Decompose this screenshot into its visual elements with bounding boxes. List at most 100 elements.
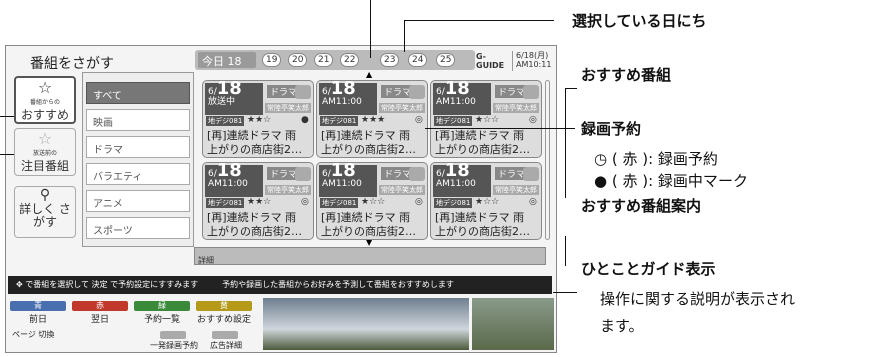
day-today-tab[interactable]: 今日 18: [198, 52, 256, 68]
detail-bar: 詳細: [194, 247, 546, 265]
callout-line: [370, 0, 371, 58]
nav-recommend[interactable]: ☆ 番組からの おすすめ: [14, 76, 76, 124]
color-button-label: 前日: [28, 315, 47, 325]
nav-detail-search[interactable]: ⚲ 詳しく さがす: [14, 186, 76, 238]
program-title-cont: 上がりの商店街2…: [207, 143, 302, 156]
actor-label: 常陸亭笑太郎: [379, 103, 425, 113]
page-title: 番組をさがす: [30, 56, 114, 72]
rating-stars: ★☆☆: [475, 197, 500, 207]
rating-stars: ★★★: [361, 115, 386, 125]
ad-image[interactable]: [263, 298, 469, 350]
rating-stars: ★☆☆: [475, 115, 500, 125]
callout-line: [0, 154, 14, 155]
annotation-guide-info: おすすめ番組案内: [581, 197, 702, 215]
channel-label: 地デジ081: [320, 116, 359, 126]
color-button[interactable]: 緑: [134, 301, 190, 311]
ad-image[interactable]: [472, 298, 554, 350]
annotation-rec-red: ◷ ( 赤 ): 録画予約: [594, 150, 718, 168]
program-card[interactable]: 6/18 AM11:00 ドラマ 常陸亭笑太郎 地デジ081 ★☆☆ ◎ [再]連…: [430, 80, 542, 158]
actor-label: 常陸亭笑太郎: [265, 103, 311, 113]
callout-line: [553, 292, 577, 293]
dot-icon: ●: [594, 172, 608, 190]
program-card[interactable]: 6/18 AM11:00 ドラマ 常陸亭笑太郎 地デジ081 ★☆☆ ◎ [再]連…: [430, 162, 542, 240]
color-button-label: 予約一覧: [143, 315, 180, 325]
actor-label: 常陸亭笑太郎: [265, 185, 311, 195]
rec-mark-icon: ◎: [529, 197, 537, 207]
page-switch-label: ページ 切換: [12, 330, 55, 339]
callout-line: [404, 20, 554, 21]
program-title-cont: 上がりの商店街2…: [321, 143, 416, 156]
record-button[interactable]: [160, 331, 186, 339]
rec-mark-icon: ◎: [415, 197, 423, 207]
annotation-rec-reserve: 録画予約: [581, 120, 642, 138]
callout-line: [0, 116, 14, 117]
callout-line: [565, 88, 577, 89]
actor-label: 常陸亭笑太郎: [493, 103, 539, 113]
category-item[interactable]: 映画: [86, 109, 190, 131]
g-guide-logo: G-GUIDE: [476, 52, 505, 70]
scroll-up-icon[interactable]: ▲: [366, 70, 372, 79]
color-button[interactable]: 黄: [196, 301, 252, 311]
star-icon: ☆: [37, 129, 53, 148]
program-date-badge: 6/18 AM11:00: [433, 80, 491, 115]
actor-label: 常陸亭笑太郎: [379, 185, 425, 195]
color-button-label: 翌日: [90, 315, 109, 325]
annotation-hint-desc: 操作に関する説明が表示され: [600, 290, 796, 308]
program-thumbnail: [409, 167, 425, 181]
color-button[interactable]: 赤: [72, 301, 128, 311]
day-tab[interactable]: 24: [408, 53, 428, 67]
program-date-badge: 6/18 AM11:00: [319, 162, 377, 197]
category-item[interactable]: アニメ: [86, 190, 190, 212]
annotation-recommended: おすすめ番組: [581, 66, 672, 84]
category-item[interactable]: バラエティ: [86, 163, 190, 185]
dpad-icon: ✥: [16, 280, 23, 289]
callout-line: [565, 236, 566, 266]
channel-label: 地デジ081: [320, 198, 359, 208]
clock-icon: ◷: [594, 150, 608, 168]
scrollbar[interactable]: [545, 80, 550, 240]
channel-label: 地デジ081: [206, 116, 245, 126]
channel-label: 地デジ081: [434, 198, 473, 208]
day-tab[interactable]: 21: [314, 53, 334, 67]
rating-stars: ★★☆: [247, 197, 272, 207]
rec-mark-icon: ◎: [415, 115, 423, 125]
color-button[interactable]: 青: [10, 301, 66, 311]
annotation-rec-dot: ● ( 赤 ): 録画中マーク: [594, 172, 748, 190]
rec-mark-icon: ◎: [529, 115, 537, 125]
program-date-badge: 6/18 AM11:00: [433, 162, 491, 197]
program-thumbnail: [295, 85, 311, 99]
program-thumbnail: [523, 85, 539, 99]
nav-featured[interactable]: ☆ 放送前の 注目番組: [14, 128, 76, 176]
channel-label: 地デジ081: [206, 198, 245, 208]
day-tab[interactable]: 20: [288, 53, 308, 67]
rating-stars: ★☆☆: [361, 197, 386, 207]
day-tab[interactable]: 25: [436, 53, 456, 67]
program-card[interactable]: 6/18 AM11:00 ドラマ 常陸亭笑太郎 地デジ081 ★★☆ ◎ [再]連…: [202, 162, 314, 240]
day-tab[interactable]: 23: [380, 53, 400, 67]
program-card[interactable]: 6/18 AM11:00 ドラマ 常陸亭笑太郎 地デジ081 ★☆☆ ◎ [再]連…: [316, 162, 428, 240]
category-item[interactable]: ドラマ: [86, 136, 190, 158]
program-date-badge: 6/18 AM11:00: [319, 80, 377, 115]
channel-label: 地デジ081: [434, 116, 473, 126]
program-title-cont: 上がりの商店街2…: [207, 225, 302, 238]
star-icon: ☆: [37, 78, 53, 97]
ad-detail-button[interactable]: [212, 331, 238, 339]
program-title-cont: 上がりの商店街2…: [321, 225, 416, 238]
rec-mark-icon: ●: [301, 115, 309, 125]
callout-line: [565, 88, 566, 198]
program-title-cont: 上がりの商店街2…: [435, 225, 530, 238]
day-tab[interactable]: 19: [262, 53, 282, 67]
current-datetime: 6/18(月) AM10:11: [512, 51, 554, 71]
program-date-badge: 6/18 放送中: [205, 80, 263, 115]
program-card[interactable]: 6/18 放送中 ドラマ 常陸亭笑太郎 地デジ081 ★★☆ ● [再]連続ドラマ…: [202, 80, 314, 158]
program-title-cont: 上がりの商店街2…: [435, 143, 530, 156]
category-item[interactable]: スポーツ: [86, 217, 190, 239]
color-button-label: おすすめ設定: [196, 315, 251, 325]
category-item[interactable]: すべて: [86, 82, 190, 104]
record-label: 一発録画予約: [150, 341, 198, 350]
hint-guide-bar: ✥ で番組を選択して 決定 で予約設定にすすみます 予約や録画した番組からお好み…: [8, 276, 552, 294]
day-tab[interactable]: 22: [340, 53, 360, 67]
callout-line: [404, 20, 405, 52]
ad-detail-label: 広告詳細: [210, 341, 242, 350]
program-card[interactable]: 6/18 AM11:00 ドラマ 常陸亭笑太郎 地デジ081 ★★★ ◎ [再]連…: [316, 80, 428, 158]
